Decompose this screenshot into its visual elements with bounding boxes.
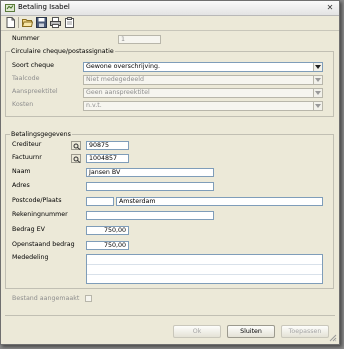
chevron-down-icon (315, 78, 321, 82)
creditor-lookup-button[interactable] (71, 141, 81, 150)
outstanding-amount-field[interactable]: 750,00 (86, 241, 129, 250)
creditor-label: Crediteur (12, 141, 42, 148)
file-created-checkbox[interactable] (85, 295, 92, 302)
number-field[interactable]: 1 (118, 35, 161, 44)
city-field[interactable]: Amsterdam (116, 197, 323, 206)
costs-label: Kosten (12, 101, 34, 108)
toolbar-separator (18, 17, 19, 28)
footer-divider (5, 315, 335, 316)
message-textarea[interactable] (86, 254, 323, 284)
language-dropdown-button[interactable] (313, 76, 322, 84)
salutation-select[interactable]: Geen aanspreektitel (83, 88, 323, 98)
check-type-dropdown-button[interactable] (313, 63, 322, 71)
address-label: Adres (12, 182, 30, 189)
save-icon[interactable] (36, 17, 47, 28)
costs-select[interactable]: n.v.t. (83, 101, 323, 111)
account-number-label: Rekeningnummer (12, 211, 68, 218)
creditor-field[interactable]: 90875 (86, 141, 129, 150)
file-created-label: Bestand aangemaakt (12, 295, 80, 302)
account-number-field[interactable] (86, 211, 214, 220)
title-bar[interactable]: Betaling Isabel ✕ (1, 1, 339, 16)
chevron-down-icon (315, 104, 321, 108)
amount-label: Bedrag EV (12, 226, 45, 233)
invoice-label: Factuurnr (12, 154, 42, 161)
message-line-divider (87, 274, 322, 275)
resize-grip-icon[interactable] (329, 334, 337, 342)
close-window-button[interactable]: ✕ (324, 3, 336, 13)
toolbar (1, 15, 339, 31)
number-label: Nummer (12, 35, 40, 42)
language-select[interactable]: Niet medegedeeld (83, 75, 323, 85)
salutation-label: Aanspreektitel (12, 88, 58, 95)
chevron-down-icon (315, 91, 321, 95)
ok-button[interactable]: Ok (173, 325, 221, 338)
check-type-value: Gewone overschrijving. (86, 63, 160, 70)
app-icon (5, 3, 15, 13)
costs-dropdown-button[interactable] (313, 102, 322, 110)
invoice-field[interactable]: 1004857 (86, 154, 129, 163)
group-title-circular: Circulaire cheque/postassignatie (10, 48, 115, 55)
costs-value: n.v.t. (86, 102, 102, 109)
invoice-lookup-button[interactable] (71, 154, 81, 163)
magnifier-icon (73, 143, 81, 150)
amount-field[interactable]: 750,00 (86, 226, 129, 235)
language-label: Taalcode (12, 75, 40, 82)
outstanding-amount-label: Openstaand bedrag (12, 241, 75, 248)
close-button[interactable]: Sluiten (227, 325, 275, 338)
dialog-window: Betaling Isabel ✕ Nummer 1 Circulaire ch… (0, 0, 340, 345)
print-icon[interactable] (50, 17, 61, 28)
new-document-icon[interactable] (5, 17, 16, 28)
postcode-field[interactable] (86, 197, 114, 206)
magnifier-icon (73, 156, 81, 163)
open-folder-icon[interactable] (21, 17, 34, 28)
address-field[interactable] (86, 182, 214, 191)
clipboard-icon[interactable] (64, 17, 75, 28)
salutation-value: Geen aanspreektitel (86, 89, 150, 96)
group-title-payment: Betalingsgegevens (10, 131, 72, 138)
message-line-divider (87, 264, 322, 265)
chevron-down-icon (315, 65, 321, 69)
name-label: Naam (12, 168, 31, 175)
message-label: Mededeling (12, 254, 49, 261)
name-field[interactable]: Jansen BV (86, 168, 214, 177)
language-value: Niet medegedeeld (86, 76, 145, 83)
apply-button[interactable]: Toepassen (281, 325, 329, 338)
salutation-dropdown-button[interactable] (313, 89, 322, 97)
check-type-select[interactable]: Gewone overschrijving. (83, 62, 323, 72)
window-title: Betaling Isabel (18, 3, 70, 11)
check-type-label: Soort cheque (12, 62, 54, 69)
postcode-city-label: Postcode/Plaats (12, 197, 62, 204)
